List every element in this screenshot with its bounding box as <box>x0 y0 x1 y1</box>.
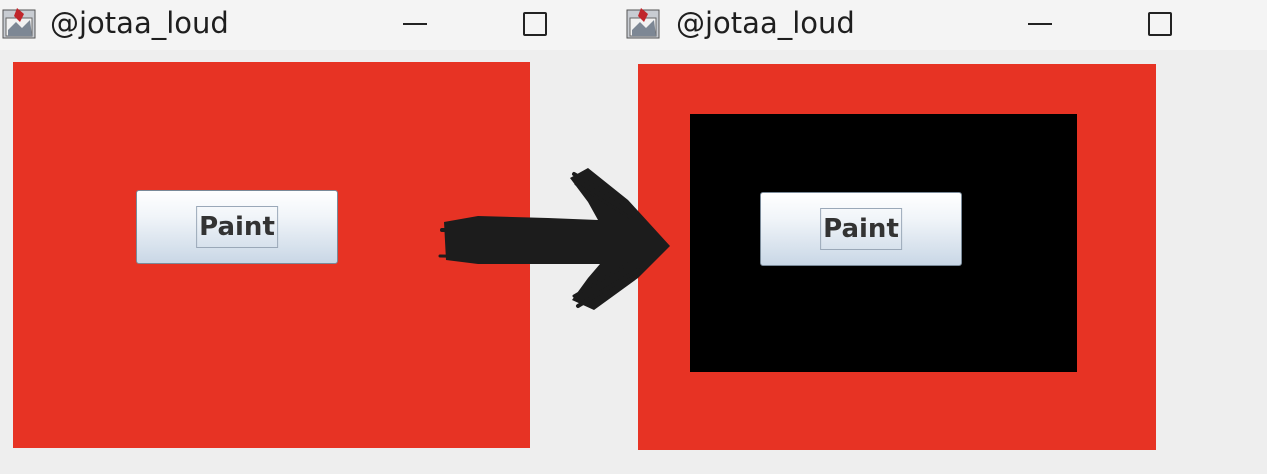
title-bar[interactable]: @jotaa_loud <box>606 0 1267 50</box>
minimize-button[interactable] <box>1018 6 1062 42</box>
title-bar[interactable]: @jotaa_loud <box>0 0 606 50</box>
minimize-button[interactable] <box>393 6 437 42</box>
java-app-icon <box>2 8 36 39</box>
window-content: Paint <box>606 50 1267 474</box>
paint-button[interactable]: Paint <box>760 192 962 266</box>
java-app-icon <box>626 8 660 39</box>
maximize-button[interactable] <box>1138 6 1182 42</box>
window-title: @jotaa_loud <box>50 6 229 40</box>
paint-panel: Paint <box>638 64 1156 450</box>
comparison-stage: @jotaa_loud Paint @jotaa_loud Paint <box>0 0 1267 474</box>
minimize-icon <box>1028 23 1052 25</box>
window-title: @jotaa_loud <box>676 6 855 40</box>
paint-button-label: Paint <box>820 208 902 250</box>
maximize-button[interactable] <box>513 6 557 42</box>
window-after: @jotaa_loud Paint <box>606 0 1267 474</box>
paint-button[interactable]: Paint <box>136 190 338 264</box>
maximize-icon <box>523 12 547 36</box>
paint-button-label: Paint <box>196 206 278 248</box>
brush-arrow-icon <box>438 168 670 310</box>
maximize-icon <box>1148 12 1172 36</box>
minimize-icon <box>403 23 427 25</box>
